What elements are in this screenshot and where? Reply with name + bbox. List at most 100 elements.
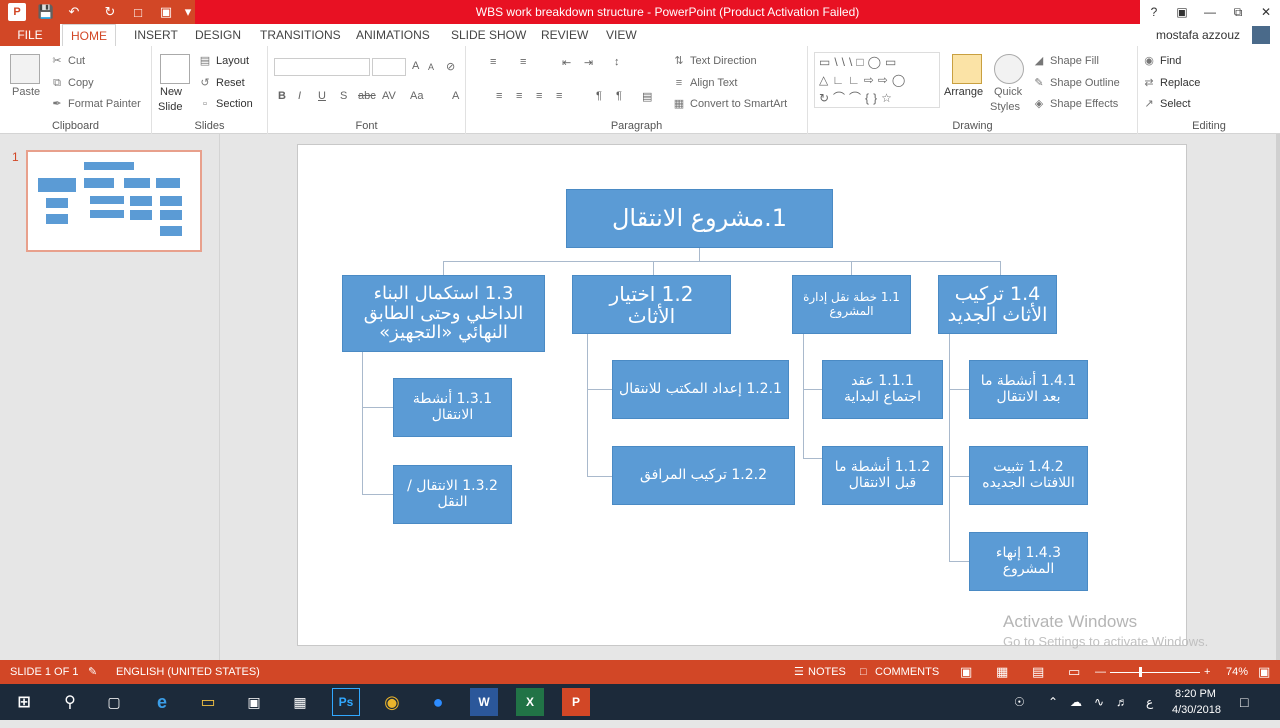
language-indicator[interactable]: ENGLISH (UNITED STATES) (116, 660, 260, 684)
new-slide-icon[interactable] (160, 54, 190, 84)
save-icon[interactable]: 💾 (36, 3, 56, 21)
avatar[interactable] (1252, 26, 1270, 44)
zoom-level[interactable]: 74% (1226, 660, 1248, 684)
font-size-select[interactable] (372, 58, 406, 76)
increase-indent-icon[interactable]: ⇥ (584, 56, 593, 69)
arrange-icon[interactable] (952, 54, 982, 84)
ribbon-display-icon[interactable]: ▣ (1168, 0, 1196, 24)
paste-icon[interactable] (10, 54, 40, 84)
section-button[interactable]: ▫ Section (198, 97, 253, 111)
wbs-node-1-3[interactable]: 1.3 استكمال البناء الداخلي وحتى الطابق ا… (342, 275, 545, 352)
tab-review[interactable]: REVIEW (533, 24, 596, 46)
search-icon[interactable]: ⚲ (56, 688, 84, 716)
rtl-icon[interactable]: ¶ (596, 90, 602, 102)
store-icon[interactable]: ▣ (240, 688, 268, 716)
powerpoint-icon[interactable]: P (562, 688, 590, 716)
paste-button[interactable]: Paste (12, 86, 40, 98)
quick-styles-button[interactable]: Quick (994, 86, 1022, 98)
slideshow-view-icon[interactable]: ▭ (1068, 660, 1080, 684)
notification-center-icon[interactable]: □ (1240, 684, 1248, 720)
align-center-icon[interactable]: ≡ (516, 90, 522, 102)
notes-button[interactable]: NOTES (808, 660, 846, 684)
wbs-node-1-2-1[interactable]: 1.2.1 إعداد المكتب للانتقال (612, 360, 789, 419)
quick-styles-icon[interactable] (994, 54, 1024, 84)
file-explorer-icon[interactable]: ▭ (194, 688, 222, 716)
new-slide-label-2[interactable]: Slide (158, 101, 182, 113)
help-icon[interactable]: ? (1140, 0, 1168, 24)
wifi-icon[interactable]: ∿ (1094, 684, 1104, 720)
comments-button[interactable]: COMMENTS (875, 660, 939, 684)
justify-icon[interactable]: ≡ (556, 90, 562, 102)
wbs-node-1-1[interactable]: 1.1 خطة نقل إدارة المشروع (792, 275, 911, 334)
italic-button[interactable]: I (298, 90, 301, 102)
layout-button[interactable]: ▤ Layout (198, 54, 249, 68)
wbs-node-1-4-3[interactable]: 1.4.3 إنهاء المشروع (969, 532, 1088, 591)
align-text-button[interactable]: ≡ Align Text (672, 76, 738, 90)
user-name[interactable]: mostafa azzouz (1156, 24, 1240, 46)
input-language[interactable]: ع (1146, 684, 1153, 720)
strikethrough-button[interactable]: abc (358, 90, 376, 102)
arrange-button[interactable]: Arrange (944, 86, 983, 98)
people-icon[interactable]: ☉ (1014, 684, 1025, 720)
photoshop-icon[interactable]: Ps (332, 688, 360, 716)
edge-icon[interactable]: e (148, 688, 176, 716)
zoom-out-icon[interactable]: — (1095, 660, 1106, 684)
restore-icon[interactable]: ⧉ (1224, 0, 1252, 24)
shapes-gallery[interactable]: ▭\\\□◯▭ △∟∟⇨⇨◯ ↻⌒⌒{}☆ (814, 52, 940, 108)
tray-chevron-icon[interactable]: ⌃ (1048, 684, 1058, 720)
cut-button[interactable]: ✂ Cut (50, 54, 85, 68)
quick-styles-button-2[interactable]: Styles (990, 101, 1020, 113)
minimize-icon[interactable]: — (1196, 0, 1224, 24)
touch-mode-icon[interactable]: ▣ (156, 3, 176, 21)
wbs-node-1-4[interactable]: 1.4 تركيب الأثاث الجديد (938, 275, 1057, 334)
fit-slide-icon[interactable]: ▣ (1258, 660, 1270, 684)
tab-transitions[interactable]: TRANSITIONS (252, 24, 349, 46)
shape-effects-button[interactable]: ◈ Shape Effects (1032, 97, 1119, 111)
redo-icon[interactable]: ↻ (100, 3, 120, 21)
close-icon[interactable]: ✕ (1252, 0, 1280, 24)
numbering-icon[interactable]: ≡ (520, 56, 526, 68)
text-direction-button[interactable]: ⇅ Text Direction (672, 54, 756, 68)
format-painter-button[interactable]: ✒ Format Painter (50, 97, 140, 111)
shape-fill-button[interactable]: ◢ Shape Fill (1032, 54, 1099, 68)
ltr-icon[interactable]: ¶ (616, 90, 622, 102)
calculator-icon[interactable]: ▦ (286, 688, 314, 716)
shadow-button[interactable]: S (340, 90, 347, 102)
zoom-slider-thumb[interactable] (1139, 667, 1142, 677)
onedrive-icon[interactable]: ☁ (1070, 684, 1082, 720)
replace-button[interactable]: ⇄ Replace (1142, 76, 1200, 90)
tab-home[interactable]: HOME (62, 24, 116, 46)
wbs-node-1-3-1[interactable]: 1.3.1 أنشطة الانتقال (393, 378, 512, 437)
clear-format-icon[interactable]: ⊘ (446, 60, 455, 73)
wbs-node-1-4-2[interactable]: 1.4.2 تثبيت اللافتات الجديده (969, 446, 1088, 505)
underline-button[interactable]: U (318, 90, 326, 102)
clock-date[interactable]: 4/30/2018 (1172, 692, 1221, 728)
align-left-icon[interactable]: ≡ (496, 90, 502, 102)
reading-view-icon[interactable]: ▤ (1032, 660, 1044, 684)
grow-font-button[interactable]: A (412, 60, 419, 72)
slide-canvas[interactable]: 1.مشروع الانتقال 1.3 استكمال البناء الدا… (297, 144, 1187, 646)
task-view-icon[interactable]: ▢ (100, 688, 128, 716)
font-color-button[interactable]: A (452, 90, 459, 102)
bold-button[interactable]: B (278, 90, 286, 102)
shape-outline-button[interactable]: ✎ Shape Outline (1032, 76, 1119, 90)
spell-check-icon[interactable]: ✎ (88, 660, 97, 684)
zoom-slider[interactable] (1110, 672, 1200, 673)
convert-smartart-button[interactable]: ▦ Convert to SmartArt (672, 97, 787, 111)
normal-view-icon[interactable]: ▣ (960, 660, 972, 684)
wbs-root-node[interactable]: 1.مشروع الانتقال (566, 189, 833, 248)
tab-animations[interactable]: ANIMATIONS (348, 24, 438, 46)
wbs-node-1-3-2[interactable]: 1.3.2 الانتقال / النقل (393, 465, 512, 524)
start-slideshow-icon[interactable]: □ (128, 3, 148, 21)
excel-icon[interactable]: X (516, 688, 544, 716)
char-spacing-button[interactable]: AV (382, 90, 396, 102)
volume-icon[interactable]: ♬ (1116, 684, 1128, 720)
wbs-node-1-2[interactable]: 1.2 اختيار الأثاث (572, 275, 731, 334)
wbs-node-1-1-1[interactable]: 1.1.1 عقد اجتماع البداية (822, 360, 943, 419)
word-icon[interactable]: W (470, 688, 498, 716)
undo-icon[interactable]: ↶ (64, 3, 84, 21)
windows-start-icon[interactable]: ⊞ (10, 688, 38, 716)
chrome-icon[interactable]: ◉ (378, 688, 406, 716)
wbs-node-1-2-2[interactable]: 1.2.2 تركيب المرافق (612, 446, 795, 505)
select-button[interactable]: ↗ Select (1142, 97, 1190, 111)
